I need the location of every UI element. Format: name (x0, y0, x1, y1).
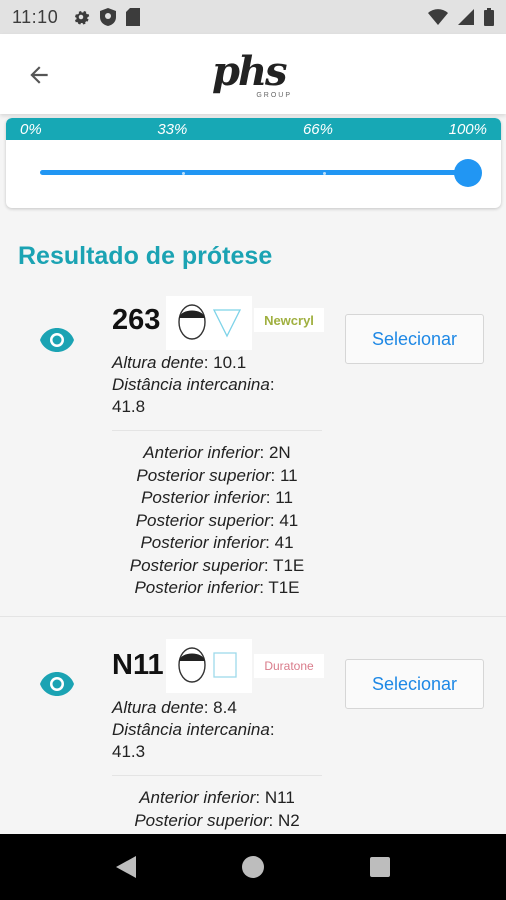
wifi-icon (428, 9, 448, 25)
arrow-left-icon (30, 66, 48, 84)
progress-slider-track[interactable] (40, 170, 468, 175)
position-value: 41 (279, 510, 299, 530)
status-time: 11:10 (12, 6, 59, 27)
brand-logo: Newcryl (254, 308, 324, 332)
position-row: Anterior inferior: N11 (139, 788, 295, 807)
select-button[interactable]: Selecionar (345, 314, 484, 364)
result-item: 263 Newcryl Selecionar Altura dente: 10.… (0, 292, 506, 617)
position-value: 41 (274, 533, 294, 552)
face-shape-icon (178, 647, 237, 683)
settings-icon (75, 11, 90, 25)
position-row: Posterior superior: 41 (135, 510, 299, 530)
distancia-label: Distância intercanina (112, 375, 270, 394)
phs-logo: phs GROUP (212, 52, 302, 102)
altura-value: 10.1 (213, 353, 247, 372)
distancia-row: Distância intercanina: (112, 720, 275, 739)
position-value: T1E (268, 578, 300, 597)
position-row: Anterior inferior: 2N (143, 443, 291, 462)
distancia-value: 41.3 (112, 742, 146, 761)
positions-list: Anterior inferior: 2N Posterior superior… (112, 442, 322, 600)
measurement-info: Altura dente: 8.4 Distância intercanina:… (112, 697, 322, 763)
face-triangle-image (166, 296, 252, 350)
section-title: Resultado de prótese (18, 242, 273, 270)
position-value: T1E (273, 555, 305, 575)
result-item: N11 Duratone Selecionar Altura dente: 8.… (0, 637, 506, 837)
position-row: Posterior inferior: T1E (134, 578, 300, 597)
altura-value: 8.4 (213, 698, 237, 717)
position-label: Anterior inferior (139, 788, 256, 807)
eye-icon[interactable] (40, 672, 74, 696)
eye-icon[interactable] (40, 328, 74, 352)
position-label: Anterior inferior (143, 443, 260, 462)
position-row: Posterior inferior: 11 (141, 488, 293, 507)
position-label: Posterior superior (134, 810, 269, 830)
position-label: Posterior superior (135, 510, 270, 530)
position-label: Posterior inferior (134, 578, 260, 597)
distancia-row: Distância intercanina: (112, 375, 275, 394)
progress-slider-thumb[interactable] (454, 159, 482, 187)
progress-label: 66% (302, 120, 333, 138)
nav-back-icon[interactable] (116, 856, 136, 878)
slider-tick (323, 172, 326, 175)
back-button[interactable] (22, 58, 56, 92)
nav-home-icon[interactable] (242, 856, 264, 878)
position-value: N2 (277, 810, 300, 830)
progress-label: 33% (157, 120, 188, 138)
progress-label: 100% (448, 120, 487, 138)
nav-recents-icon[interactable] (370, 857, 390, 877)
altura-row: Altura dente: 8.4 (112, 698, 237, 717)
select-button[interactable]: Selecionar (345, 659, 484, 709)
status-bar: 11:10 (0, 0, 506, 34)
position-row: Posterior superior: N2 (134, 810, 300, 830)
altura-label: Altura dente (112, 698, 204, 717)
position-label: Posterior inferior (140, 533, 266, 552)
positions-list: Anterior inferior: N11 Posterior superio… (112, 787, 322, 832)
position-label: Posterior superior (129, 555, 264, 575)
divider (112, 775, 322, 776)
position-row: Posterior superior: 11 (136, 465, 298, 485)
progress-label: 0% (20, 120, 42, 138)
distancia-value: 41.8 (112, 397, 146, 416)
position-row: Posterior superior: T1E (129, 555, 305, 575)
position-value: N11 (264, 788, 295, 807)
face-square-image (166, 639, 252, 693)
position-value: 11 (279, 465, 298, 485)
sim-card-icon (126, 8, 141, 26)
position-value: 11 (275, 488, 293, 507)
brand-logo: Duratone (254, 654, 324, 678)
position-value: 2N (268, 443, 291, 462)
logo-subtext: GROUP (256, 92, 292, 99)
face-shape-icon (178, 304, 242, 340)
logo-text: phs (212, 48, 288, 95)
slider-tick (182, 172, 185, 175)
progress-labels: 0% 33% 66% 100% (6, 118, 501, 140)
signal-icon (458, 9, 474, 25)
navigation-bar (0, 834, 506, 900)
app-bar: phs GROUP (0, 34, 506, 114)
position-row: Posterior inferior: 41 (140, 533, 294, 552)
shield-icon (100, 8, 117, 26)
prosthesis-code: N11 (112, 649, 164, 681)
position-label: Posterior superior (136, 465, 271, 485)
progress-card: 0% 33% 66% 100% (6, 118, 501, 208)
divider (112, 430, 322, 431)
measurement-info: Altura dente: 10.1 Distância intercanina… (112, 352, 322, 418)
position-label: Posterior inferior (141, 488, 266, 507)
prosthesis-code: 263 (112, 304, 161, 336)
altura-label: Altura dente (112, 353, 204, 372)
battery-icon (484, 8, 494, 26)
altura-row: Altura dente: 10.1 (112, 353, 247, 372)
distancia-label: Distância intercanina (112, 720, 270, 739)
